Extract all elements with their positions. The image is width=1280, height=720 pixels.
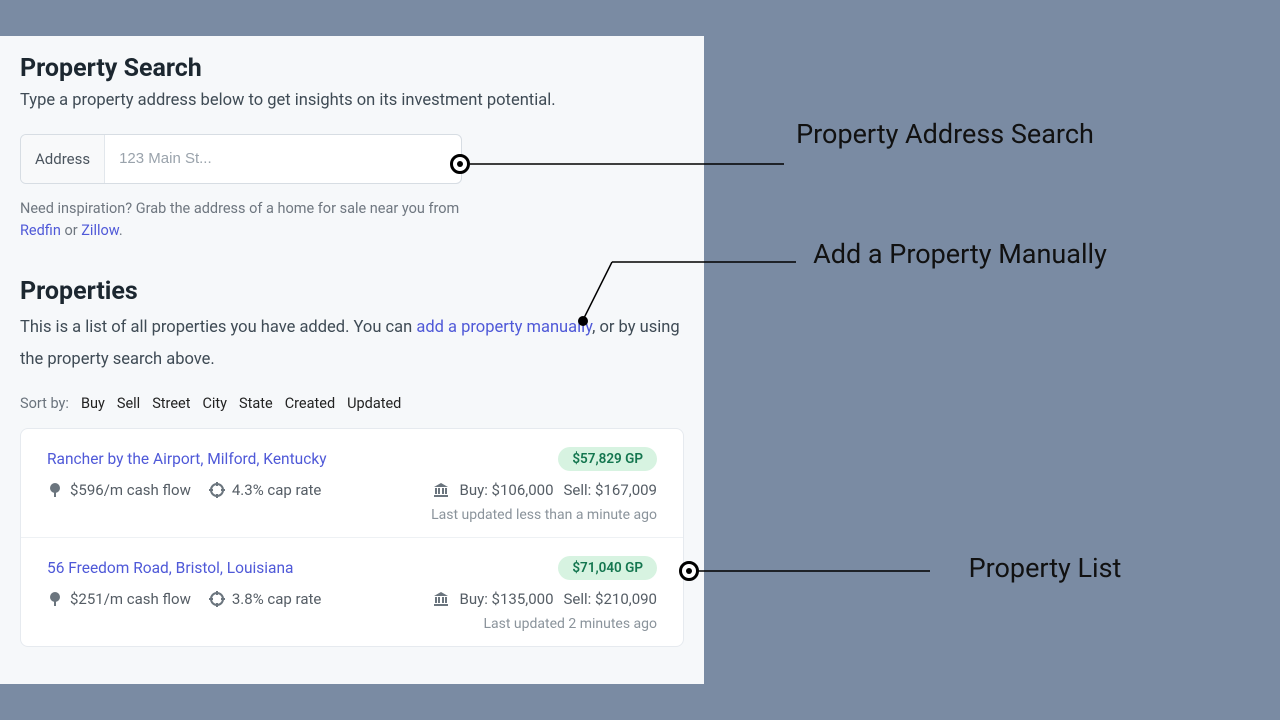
annotation-label: Add a Property Manually [790,238,1130,272]
target-icon [209,482,225,498]
add-property-manually-link[interactable]: add a property manually [416,318,592,337]
main-panel: Property Search Type a property address … [0,36,704,684]
address-input[interactable] [105,135,461,183]
cashflow-metric: $596/m cash flow [47,481,191,499]
sort-opt-street[interactable]: Street [152,395,190,412]
inspiration-hint: Need inspiration? Grab the address of a … [20,198,460,242]
property-title-link[interactable]: 56 Freedom Road, Bristol, Louisiana [47,559,293,577]
sort-opt-buy[interactable]: Buy [81,395,105,412]
cap-value: 3.8% cap rate [232,590,322,608]
hint-prefix: Need inspiration? Grab the address of a … [20,200,459,217]
cashflow-value: $251/m cash flow [70,590,191,608]
target-icon [209,591,225,607]
zillow-link[interactable]: Zillow [81,222,119,239]
cashflow-value: $596/m cash flow [70,481,191,499]
sell-value: Sell: $210,090 [564,590,657,608]
gp-badge: $71,040 GP [558,556,657,580]
sort-opt-sell[interactable]: Sell [117,395,140,412]
cap-metric: 3.8% cap rate [209,590,322,608]
bank-icon [433,591,449,607]
tree-icon [47,591,63,607]
annotation-label: Property List [875,552,1215,586]
search-heading: Property Search [20,54,684,83]
property-card[interactable]: Rancher by the Airport, Milford, Kentuck… [21,429,683,538]
sort-opt-created[interactable]: Created [285,395,335,412]
sort-row: Sort by: Buy Sell Street City State Crea… [20,395,684,412]
sort-label: Sort by: [20,395,69,412]
cap-metric: 4.3% cap rate [209,481,322,499]
address-label: Address [21,135,105,183]
bank-icon [433,482,449,498]
pointer-marker [450,154,470,174]
property-title-link[interactable]: Rancher by the Airport, Milford, Kentuck… [47,450,327,468]
desc-prefix: This is a list of all properties you hav… [20,318,416,337]
sell-value: Sell: $167,009 [564,481,657,499]
updated-text: Last updated less than a minute ago [47,507,657,523]
properties-heading: Properties [20,277,684,306]
gp-badge: $57,829 GP [558,447,657,471]
tree-icon [47,482,63,498]
search-subtext: Type a property address below to get ins… [20,89,684,114]
buy-value: Buy: $106,000 [459,481,553,499]
sort-opt-updated[interactable]: Updated [347,395,401,412]
sort-opt-state[interactable]: State [239,395,273,412]
hint-or: or [61,222,81,239]
cashflow-metric: $251/m cash flow [47,590,191,608]
annotation-label: Property Address Search [775,118,1115,152]
updated-text: Last updated 2 minutes ago [47,616,657,632]
redfin-link[interactable]: Redfin [20,222,61,239]
pointer-marker [679,561,699,581]
hint-suffix: . [119,222,123,239]
pointer-marker [578,316,588,326]
buy-value: Buy: $135,000 [459,590,553,608]
address-search-box[interactable]: Address [20,134,462,184]
sort-opt-city[interactable]: City [202,395,227,412]
cap-value: 4.3% cap rate [232,481,322,499]
property-list: Rancher by the Airport, Milford, Kentuck… [20,428,684,647]
property-card[interactable]: 56 Freedom Road, Bristol, Louisiana $71,… [21,538,683,646]
